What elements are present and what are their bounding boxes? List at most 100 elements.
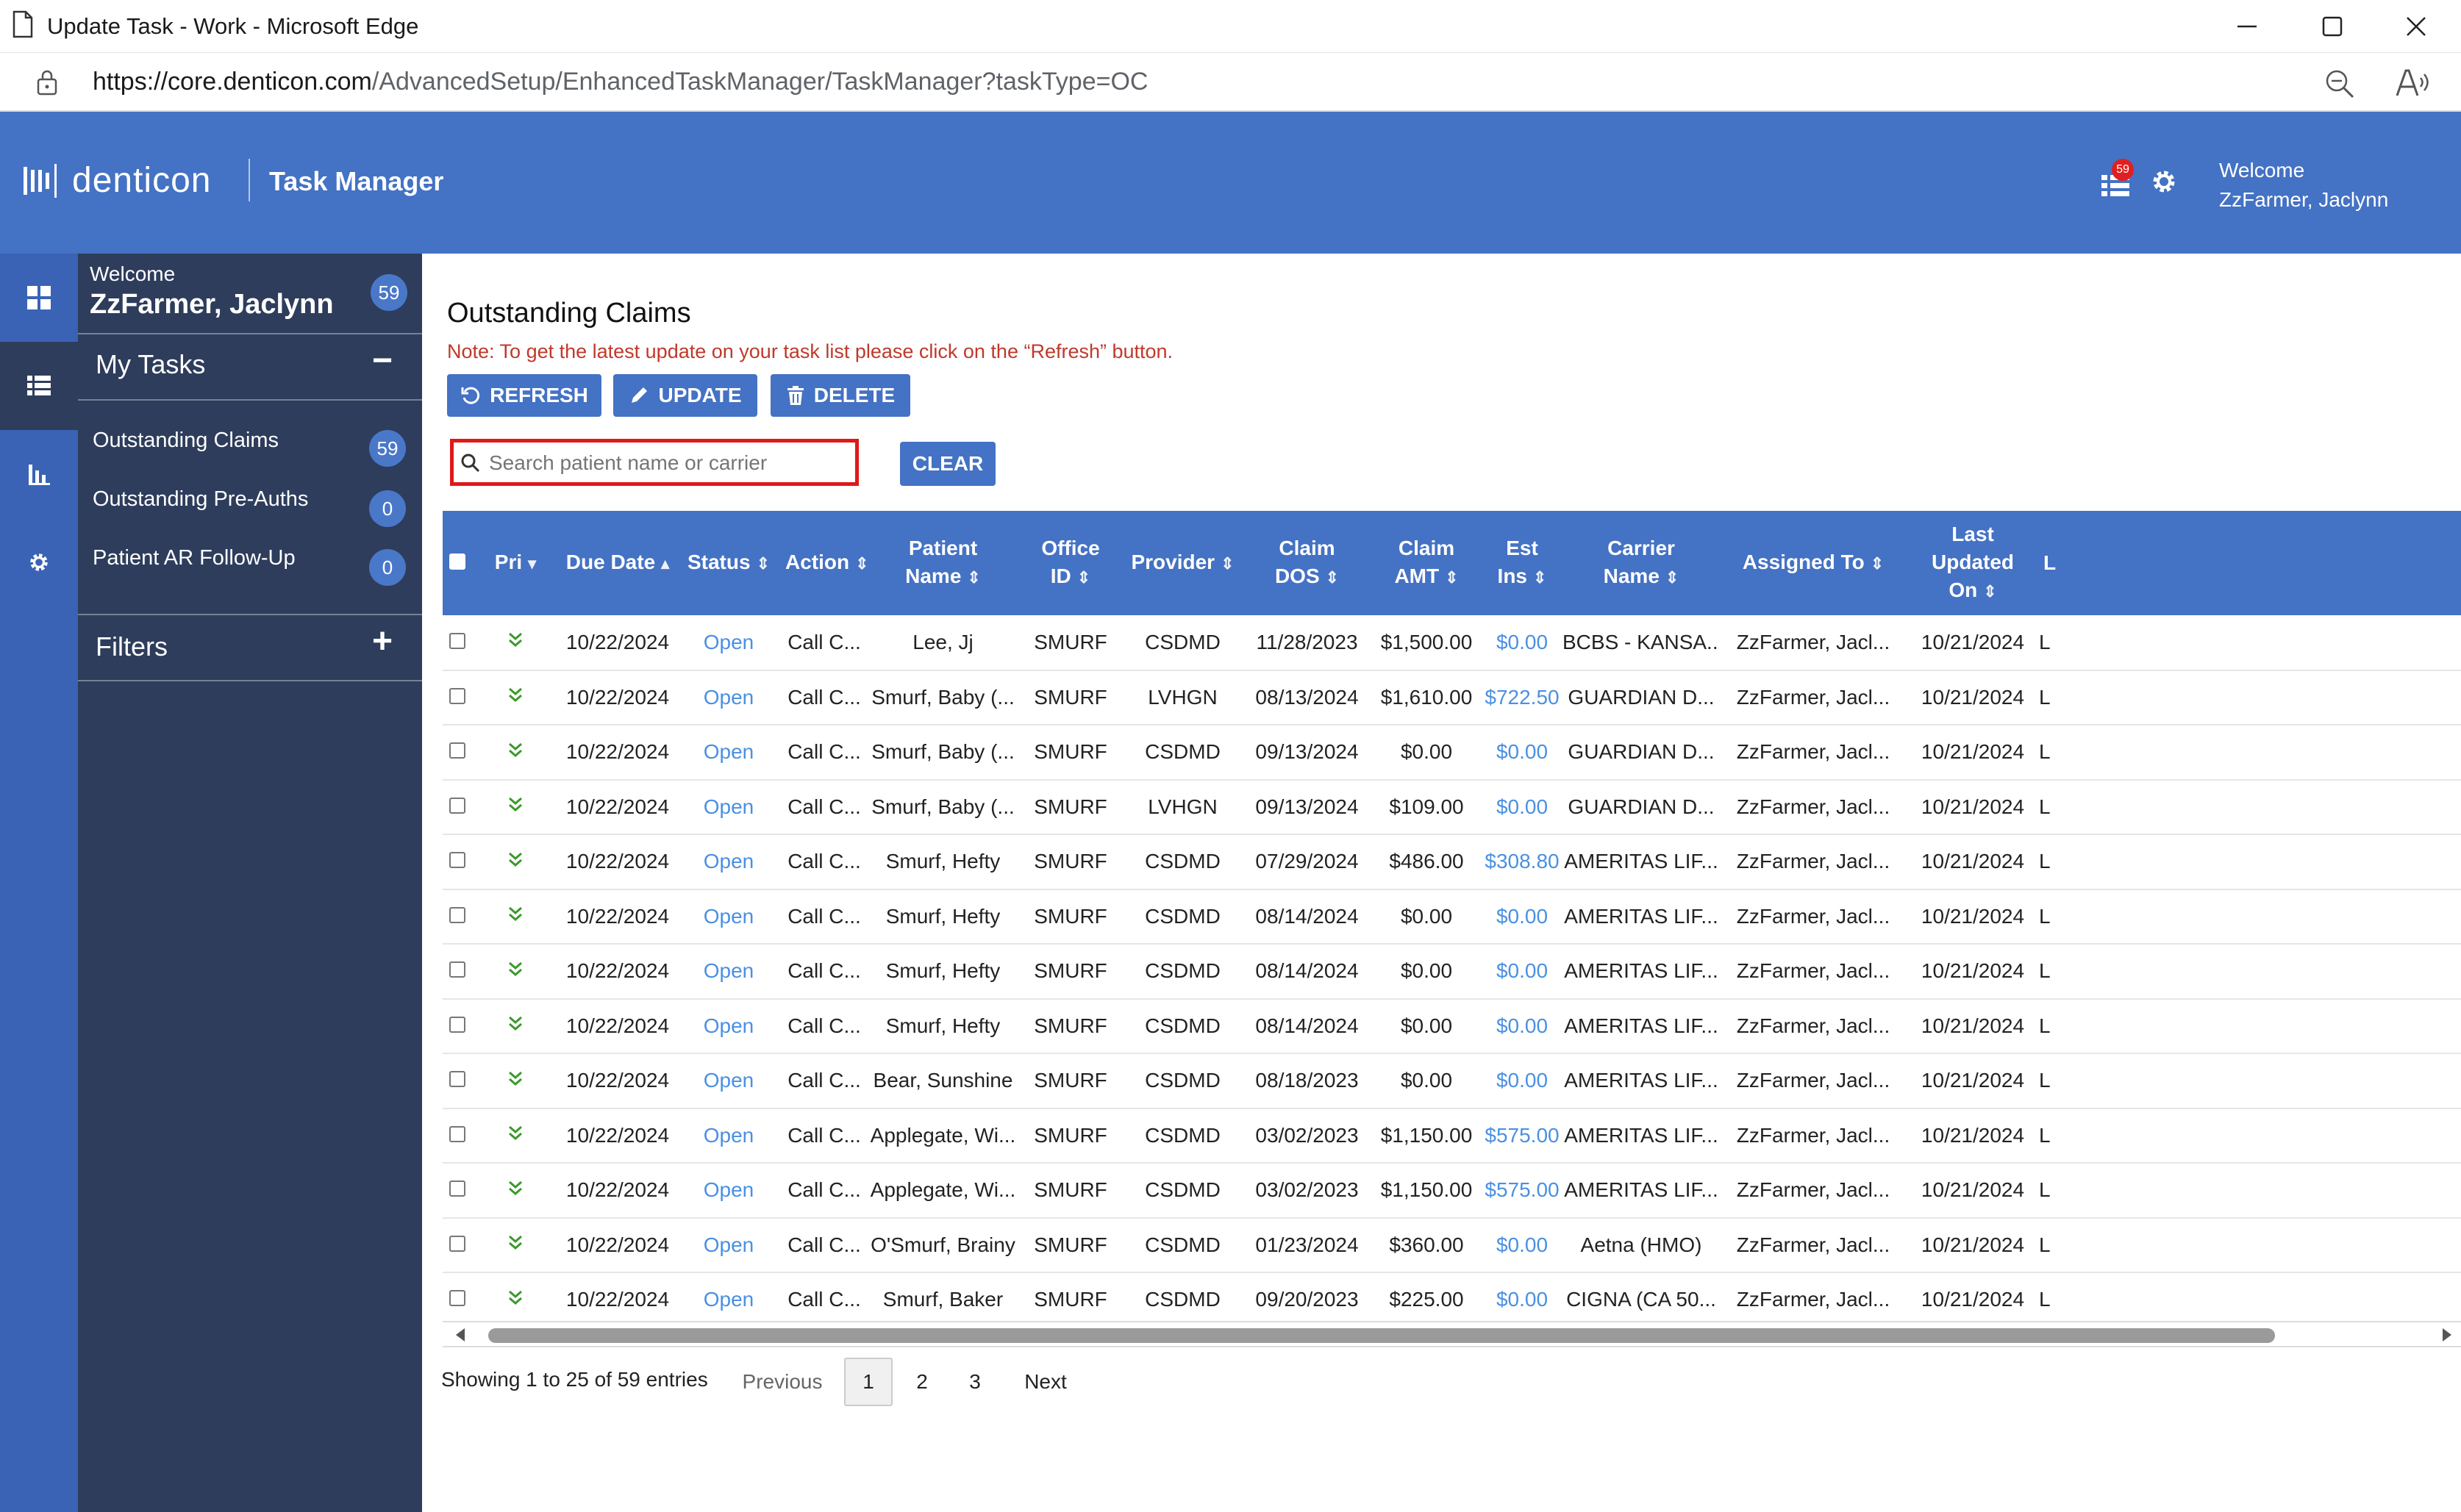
row-checkbox[interactable] <box>449 1071 465 1088</box>
table-row[interactable]: 10/22/2024 Open Call C... Smurf, Baby (... S… <box>443 779 2461 835</box>
table-row[interactable]: 10/22/2024 Open Call C... Smurf, Hefty SMURF… <box>443 834 2461 890</box>
table-row[interactable]: 10/22/2024 Open Call C... Smurf, Hefty SMURF… <box>443 944 2461 1000</box>
row-select-cell[interactable] <box>443 998 472 1054</box>
cell-est-ins[interactable]: $0.00 <box>1482 779 1562 835</box>
filters-header[interactable]: Filters <box>96 631 168 662</box>
url-text[interactable]: https://core.denticon.com/AdvancedSetup/… <box>93 68 1148 96</box>
page-2-button[interactable]: 2 <box>900 1358 944 1406</box>
row-select-cell[interactable] <box>443 779 472 835</box>
row-checkbox[interactable] <box>449 742 465 759</box>
row-select-cell[interactable] <box>443 615 472 671</box>
row-checkbox[interactable] <box>449 1125 465 1142</box>
column-header-est-ins[interactable]: Est Ins ⇕ <box>1482 511 1562 615</box>
next-page-button[interactable]: Next <box>1009 1358 1082 1406</box>
horizontal-scrollbar[interactable] <box>443 1321 2461 1347</box>
previous-page-button[interactable]: Previous <box>734 1358 831 1406</box>
table-row[interactable]: 10/22/2024 Open Call C... Applegate, Wi... S… <box>443 1108 2461 1164</box>
column-header-office-id[interactable]: Office ID ⇕ <box>1018 511 1123 615</box>
cell-status[interactable]: Open <box>676 670 781 725</box>
scroll-left-icon[interactable] <box>453 1327 468 1343</box>
zoom-out-icon[interactable] <box>2324 68 2356 100</box>
row-select-cell[interactable] <box>443 889 472 945</box>
page-1-button[interactable]: 1 <box>844 1358 893 1406</box>
column-header-status[interactable]: Status ⇕ <box>676 511 781 615</box>
cell-status[interactable]: Open <box>676 615 781 671</box>
cell-status[interactable]: Open <box>676 1217 781 1273</box>
lock-icon[interactable] <box>35 68 59 97</box>
sidebar-item-outstanding-pre-auths[interactable]: Outstanding Pre-Auths <box>93 487 308 512</box>
column-header-due-date[interactable]: Due Date ▴ <box>559 511 676 615</box>
select-all-checkbox[interactable] <box>449 553 465 570</box>
my-tasks-header[interactable]: My Tasks <box>96 349 205 380</box>
column-header-carrier-name[interactable]: Carrier Name ⇕ <box>1562 511 1720 615</box>
table-row[interactable]: 10/22/2024 Open Call C... Smurf, Baker SMURF… <box>443 1272 2461 1327</box>
collapse-my-tasks-icon[interactable]: − <box>372 340 393 381</box>
row-select-cell[interactable] <box>443 1108 472 1164</box>
update-button[interactable]: UPDATE <box>613 374 757 417</box>
close-window-button[interactable] <box>2394 9 2438 44</box>
row-select-cell[interactable] <box>443 725 472 781</box>
row-checkbox[interactable] <box>449 1180 465 1197</box>
sidebar-item-patient-ar-follow-up[interactable]: Patient AR Follow-Up <box>93 546 296 570</box>
table-row[interactable]: 10/22/2024 Open Call C... Smurf, Baby (... S… <box>443 725 2461 781</box>
table-row[interactable]: 10/22/2024 Open Call C... Smurf, Baby (... S… <box>443 670 2461 725</box>
sidebar-item-outstanding-claims[interactable]: Outstanding Claims <box>93 429 279 453</box>
cell-est-ins[interactable]: $575.00 <box>1482 1108 1562 1164</box>
column-header-partial[interactable]: L <box>2039 511 2461 615</box>
settings-gear-icon[interactable] <box>2149 166 2179 197</box>
row-select-cell[interactable] <box>443 1163 472 1219</box>
cell-est-ins[interactable]: $0.00 <box>1482 725 1562 781</box>
row-select-cell[interactable] <box>443 944 472 1000</box>
select-all-header[interactable] <box>443 511 472 615</box>
minimize-button[interactable] <box>2225 9 2269 44</box>
search-box[interactable] <box>450 439 859 486</box>
settings-nav[interactable] <box>0 518 78 606</box>
refresh-button[interactable]: REFRESH <box>447 374 601 417</box>
row-checkbox[interactable] <box>449 852 465 869</box>
scrollbar-thumb[interactable] <box>488 1328 2275 1343</box>
cell-est-ins[interactable]: $0.00 <box>1482 889 1562 945</box>
cell-status[interactable]: Open <box>676 1108 781 1164</box>
cell-est-ins[interactable]: $722.50 <box>1482 670 1562 725</box>
row-select-cell[interactable] <box>443 1053 472 1109</box>
cell-est-ins[interactable]: $0.00 <box>1482 998 1562 1054</box>
address-bar[interactable]: https://core.denticon.com/AdvancedSetup/… <box>0 53 2461 112</box>
row-checkbox[interactable] <box>449 632 465 649</box>
column-header-action[interactable]: Action ⇕ <box>781 511 869 615</box>
table-row[interactable]: 10/22/2024 Open Call C... Applegate, Wi... S… <box>443 1163 2461 1219</box>
cell-est-ins[interactable]: $0.00 <box>1482 944 1562 1000</box>
cell-status[interactable]: Open <box>676 725 781 781</box>
page-3-button[interactable]: 3 <box>953 1358 997 1406</box>
row-checkbox[interactable] <box>449 797 465 814</box>
column-header-claim-amt[interactable]: Claim AMT ⇕ <box>1371 511 1482 615</box>
column-header-assigned-to[interactable]: Assigned To ⇕ <box>1720 511 1907 615</box>
cell-est-ins[interactable]: $0.00 <box>1482 1217 1562 1273</box>
scroll-right-icon[interactable] <box>2440 1327 2454 1343</box>
tasks-nav[interactable] <box>0 342 78 430</box>
table-row[interactable]: 10/22/2024 Open Call C... Bear, Sunshine SMU… <box>443 1053 2461 1109</box>
search-input[interactable] <box>489 447 849 479</box>
expand-filters-icon[interactable]: + <box>372 621 393 662</box>
column-header-claim-dos[interactable]: Claim DOS ⇕ <box>1243 511 1371 615</box>
row-select-cell[interactable] <box>443 1217 472 1273</box>
table-row[interactable]: 10/22/2024 Open Call C... O'Smurf, Brainy SM… <box>443 1217 2461 1273</box>
row-select-cell[interactable] <box>443 1272 472 1327</box>
delete-button[interactable]: DELETE <box>771 374 910 417</box>
row-checkbox[interactable] <box>449 961 465 978</box>
table-row[interactable]: 10/22/2024 Open Call C... Lee, Jj SMURF CSDMD… <box>443 615 2461 671</box>
row-select-cell[interactable] <box>443 834 472 890</box>
cell-est-ins[interactable]: $0.00 <box>1482 1053 1562 1109</box>
column-header-patient-name[interactable]: Patient Name ⇕ <box>868 511 1018 615</box>
column-header-provider[interactable]: Provider ⇕ <box>1123 511 1243 615</box>
cell-status[interactable]: Open <box>676 1272 781 1327</box>
column-header-last-updated-on[interactable]: Last Updated On ⇕ <box>1907 511 2039 615</box>
cell-status[interactable]: Open <box>676 779 781 835</box>
clear-button[interactable]: CLEAR <box>900 442 996 486</box>
read-aloud-icon[interactable] <box>2394 66 2431 100</box>
cell-status[interactable]: Open <box>676 944 781 1000</box>
row-select-cell[interactable] <box>443 670 472 725</box>
cell-est-ins[interactable]: $0.00 <box>1482 1272 1562 1327</box>
cell-est-ins[interactable]: $308.80 <box>1482 834 1562 890</box>
cell-status[interactable]: Open <box>676 1163 781 1219</box>
row-checkbox[interactable] <box>449 687 465 704</box>
